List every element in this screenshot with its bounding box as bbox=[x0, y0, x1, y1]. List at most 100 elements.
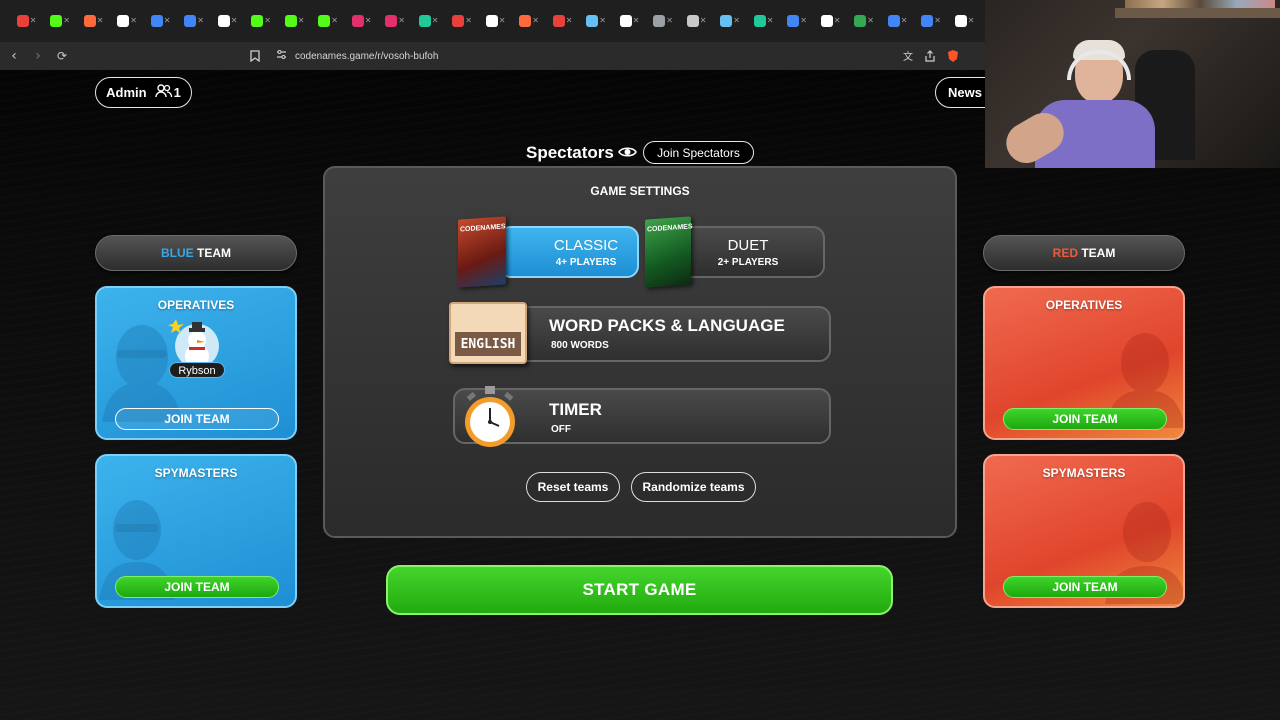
blue-operatives-join-button[interactable]: JOIN TEAM bbox=[115, 408, 279, 430]
tab-close-icon[interactable]: ✕ bbox=[633, 16, 640, 25]
team-word: TEAM bbox=[193, 246, 231, 260]
browser-tab[interactable]: ✕ bbox=[40, 7, 74, 35]
tab-close-icon[interactable]: ✕ bbox=[197, 16, 204, 25]
tab-close-icon[interactable]: ✕ bbox=[331, 16, 338, 25]
tab-favicon-icon bbox=[83, 15, 96, 27]
back-icon[interactable]: ‹ bbox=[4, 46, 24, 66]
reload-icon[interactable]: ⟳ bbox=[52, 46, 72, 66]
tab-close-icon[interactable]: ✕ bbox=[264, 16, 271, 25]
browser-tab[interactable]: ✕ bbox=[174, 7, 208, 35]
join-spectators-label: Join Spectators bbox=[657, 145, 740, 160]
tab-close-icon[interactable]: ✕ bbox=[901, 16, 908, 25]
tab-close-icon[interactable]: ✕ bbox=[566, 16, 573, 25]
browser-tab[interactable]: ✕ bbox=[877, 7, 911, 35]
tab-close-icon[interactable]: ✕ bbox=[465, 16, 472, 25]
red-spymasters-join-button[interactable]: JOIN TEAM bbox=[1003, 576, 1167, 598]
browser-tab[interactable]: ✕ bbox=[73, 7, 107, 35]
tab-close-icon[interactable]: ✕ bbox=[666, 16, 673, 25]
tab-close-icon[interactable]: ✕ bbox=[432, 16, 439, 25]
browser-tab[interactable]: ✕ bbox=[944, 7, 978, 35]
box-brand: CODENAMES bbox=[460, 223, 506, 234]
red-spymasters-card: SPYMASTERS JOIN TEAM bbox=[983, 454, 1185, 608]
english-badge: ENGLISH bbox=[455, 332, 521, 356]
browser-tab[interactable]: ✕ bbox=[609, 7, 643, 35]
browser-tab[interactable]: ✕ bbox=[442, 7, 476, 35]
mode-classic-button[interactable]: CLASSIC 4+ PLAYERS bbox=[499, 226, 639, 278]
browser-tab[interactable]: ✕ bbox=[107, 7, 141, 35]
browser-tab[interactable]: ✕ bbox=[911, 7, 945, 35]
browser-tab[interactable]: ✕ bbox=[643, 7, 677, 35]
english-badge-label: ENGLISH bbox=[460, 336, 516, 352]
tab-favicon-icon bbox=[954, 15, 967, 27]
tab-close-icon[interactable]: ✕ bbox=[968, 16, 975, 25]
join-spectators-button[interactable]: Join Spectators bbox=[643, 141, 754, 164]
tab-close-icon[interactable]: ✕ bbox=[767, 16, 774, 25]
tab-close-icon[interactable]: ✕ bbox=[599, 16, 606, 25]
browser-tab[interactable]: ✕ bbox=[308, 7, 342, 35]
browser-tab[interactable]: ✕ bbox=[509, 7, 543, 35]
browser-tab[interactable]: ✕ bbox=[274, 7, 308, 35]
tab-close-icon[interactable]: ✕ bbox=[499, 16, 506, 25]
browser-tab[interactable]: ✕ bbox=[475, 7, 509, 35]
tab-close-icon[interactable]: ✕ bbox=[934, 16, 941, 25]
translate-icon[interactable]: 文 bbox=[903, 50, 915, 65]
browser-tab[interactable]: ✕ bbox=[375, 7, 409, 35]
browser-tab[interactable]: ✕ bbox=[810, 7, 844, 35]
start-game-button[interactable]: START GAME bbox=[386, 565, 893, 615]
tab-close-icon[interactable]: ✕ bbox=[834, 16, 841, 25]
browser-tab[interactable]: ✕ bbox=[341, 7, 375, 35]
brave-shield-icon[interactable] bbox=[946, 49, 960, 66]
tab-close-icon[interactable]: ✕ bbox=[231, 16, 238, 25]
site-info-icon[interactable] bbox=[276, 49, 287, 63]
randomize-teams-button[interactable]: Randomize teams bbox=[631, 472, 756, 502]
admin-label: Admin bbox=[106, 85, 147, 100]
blue-spymasters-join-button[interactable]: JOIN TEAM bbox=[115, 576, 279, 598]
red-operatives-join-button[interactable]: JOIN TEAM bbox=[1003, 408, 1167, 430]
tab-close-icon[interactable]: ✕ bbox=[700, 16, 707, 25]
browser-tab[interactable]: ✕ bbox=[408, 7, 442, 35]
tab-favicon-icon bbox=[485, 15, 498, 27]
share-icon[interactable] bbox=[924, 50, 936, 65]
eye-icon bbox=[618, 145, 637, 164]
bookmark-icon[interactable] bbox=[250, 50, 262, 63]
players-icon bbox=[154, 84, 173, 101]
admin-button[interactable]: Admin 1 bbox=[95, 77, 192, 108]
browser-tab[interactable]: ✕ bbox=[576, 7, 610, 35]
webcam-shelf-items bbox=[1125, 0, 1275, 8]
blue-team-name: BLUE bbox=[160, 246, 194, 260]
tab-close-icon[interactable]: ✕ bbox=[298, 16, 305, 25]
browser-tab[interactable]: ✕ bbox=[844, 7, 878, 35]
timer-sub: OFF bbox=[551, 424, 571, 435]
browser-tab[interactable]: ✕ bbox=[676, 7, 710, 35]
tab-close-icon[interactable]: ✕ bbox=[800, 16, 807, 25]
blue-operatives-title: OPERATIVES bbox=[157, 298, 235, 312]
browser-tab[interactable]: ✕ bbox=[743, 7, 777, 35]
tab-close-icon[interactable]: ✕ bbox=[164, 16, 171, 25]
tab-close-icon[interactable]: ✕ bbox=[733, 16, 740, 25]
reset-teams-button[interactable]: Reset teams bbox=[526, 472, 620, 502]
timer-title: TIMER bbox=[549, 400, 602, 419]
tab-favicon-icon bbox=[452, 15, 465, 27]
player-avatar-rybson[interactable]: Rybson bbox=[168, 318, 225, 380]
address-bar[interactable]: codenames.game/r/vosoh-bufoh 文 bbox=[240, 46, 980, 66]
browser-tab[interactable]: ✕ bbox=[207, 7, 241, 35]
browser-tab[interactable]: ✕ bbox=[777, 7, 811, 35]
reset-teams-label: Reset teams bbox=[537, 480, 609, 494]
tab-close-icon[interactable]: ✕ bbox=[867, 16, 874, 25]
url-text: codenames.game/r/vosoh-bufoh bbox=[295, 50, 439, 62]
browser-tab[interactable]: ✕ bbox=[6, 7, 40, 35]
box-brand: CODENAMES bbox=[647, 223, 693, 234]
tab-close-icon[interactable]: ✕ bbox=[63, 16, 70, 25]
browser-tab[interactable]: ✕ bbox=[140, 7, 174, 35]
tab-close-icon[interactable]: ✕ bbox=[30, 16, 37, 25]
tab-favicon-icon bbox=[217, 15, 230, 27]
tab-close-icon[interactable]: ✕ bbox=[97, 16, 104, 25]
tab-close-icon[interactable]: ✕ bbox=[365, 16, 372, 25]
forward-icon[interactable]: › bbox=[28, 46, 48, 66]
browser-tab[interactable]: ✕ bbox=[542, 7, 576, 35]
tab-close-icon[interactable]: ✕ bbox=[398, 16, 405, 25]
tab-close-icon[interactable]: ✕ bbox=[130, 16, 137, 25]
browser-tab[interactable]: ✕ bbox=[710, 7, 744, 35]
browser-tab[interactable]: ✕ bbox=[241, 7, 275, 35]
tab-close-icon[interactable]: ✕ bbox=[532, 16, 539, 25]
